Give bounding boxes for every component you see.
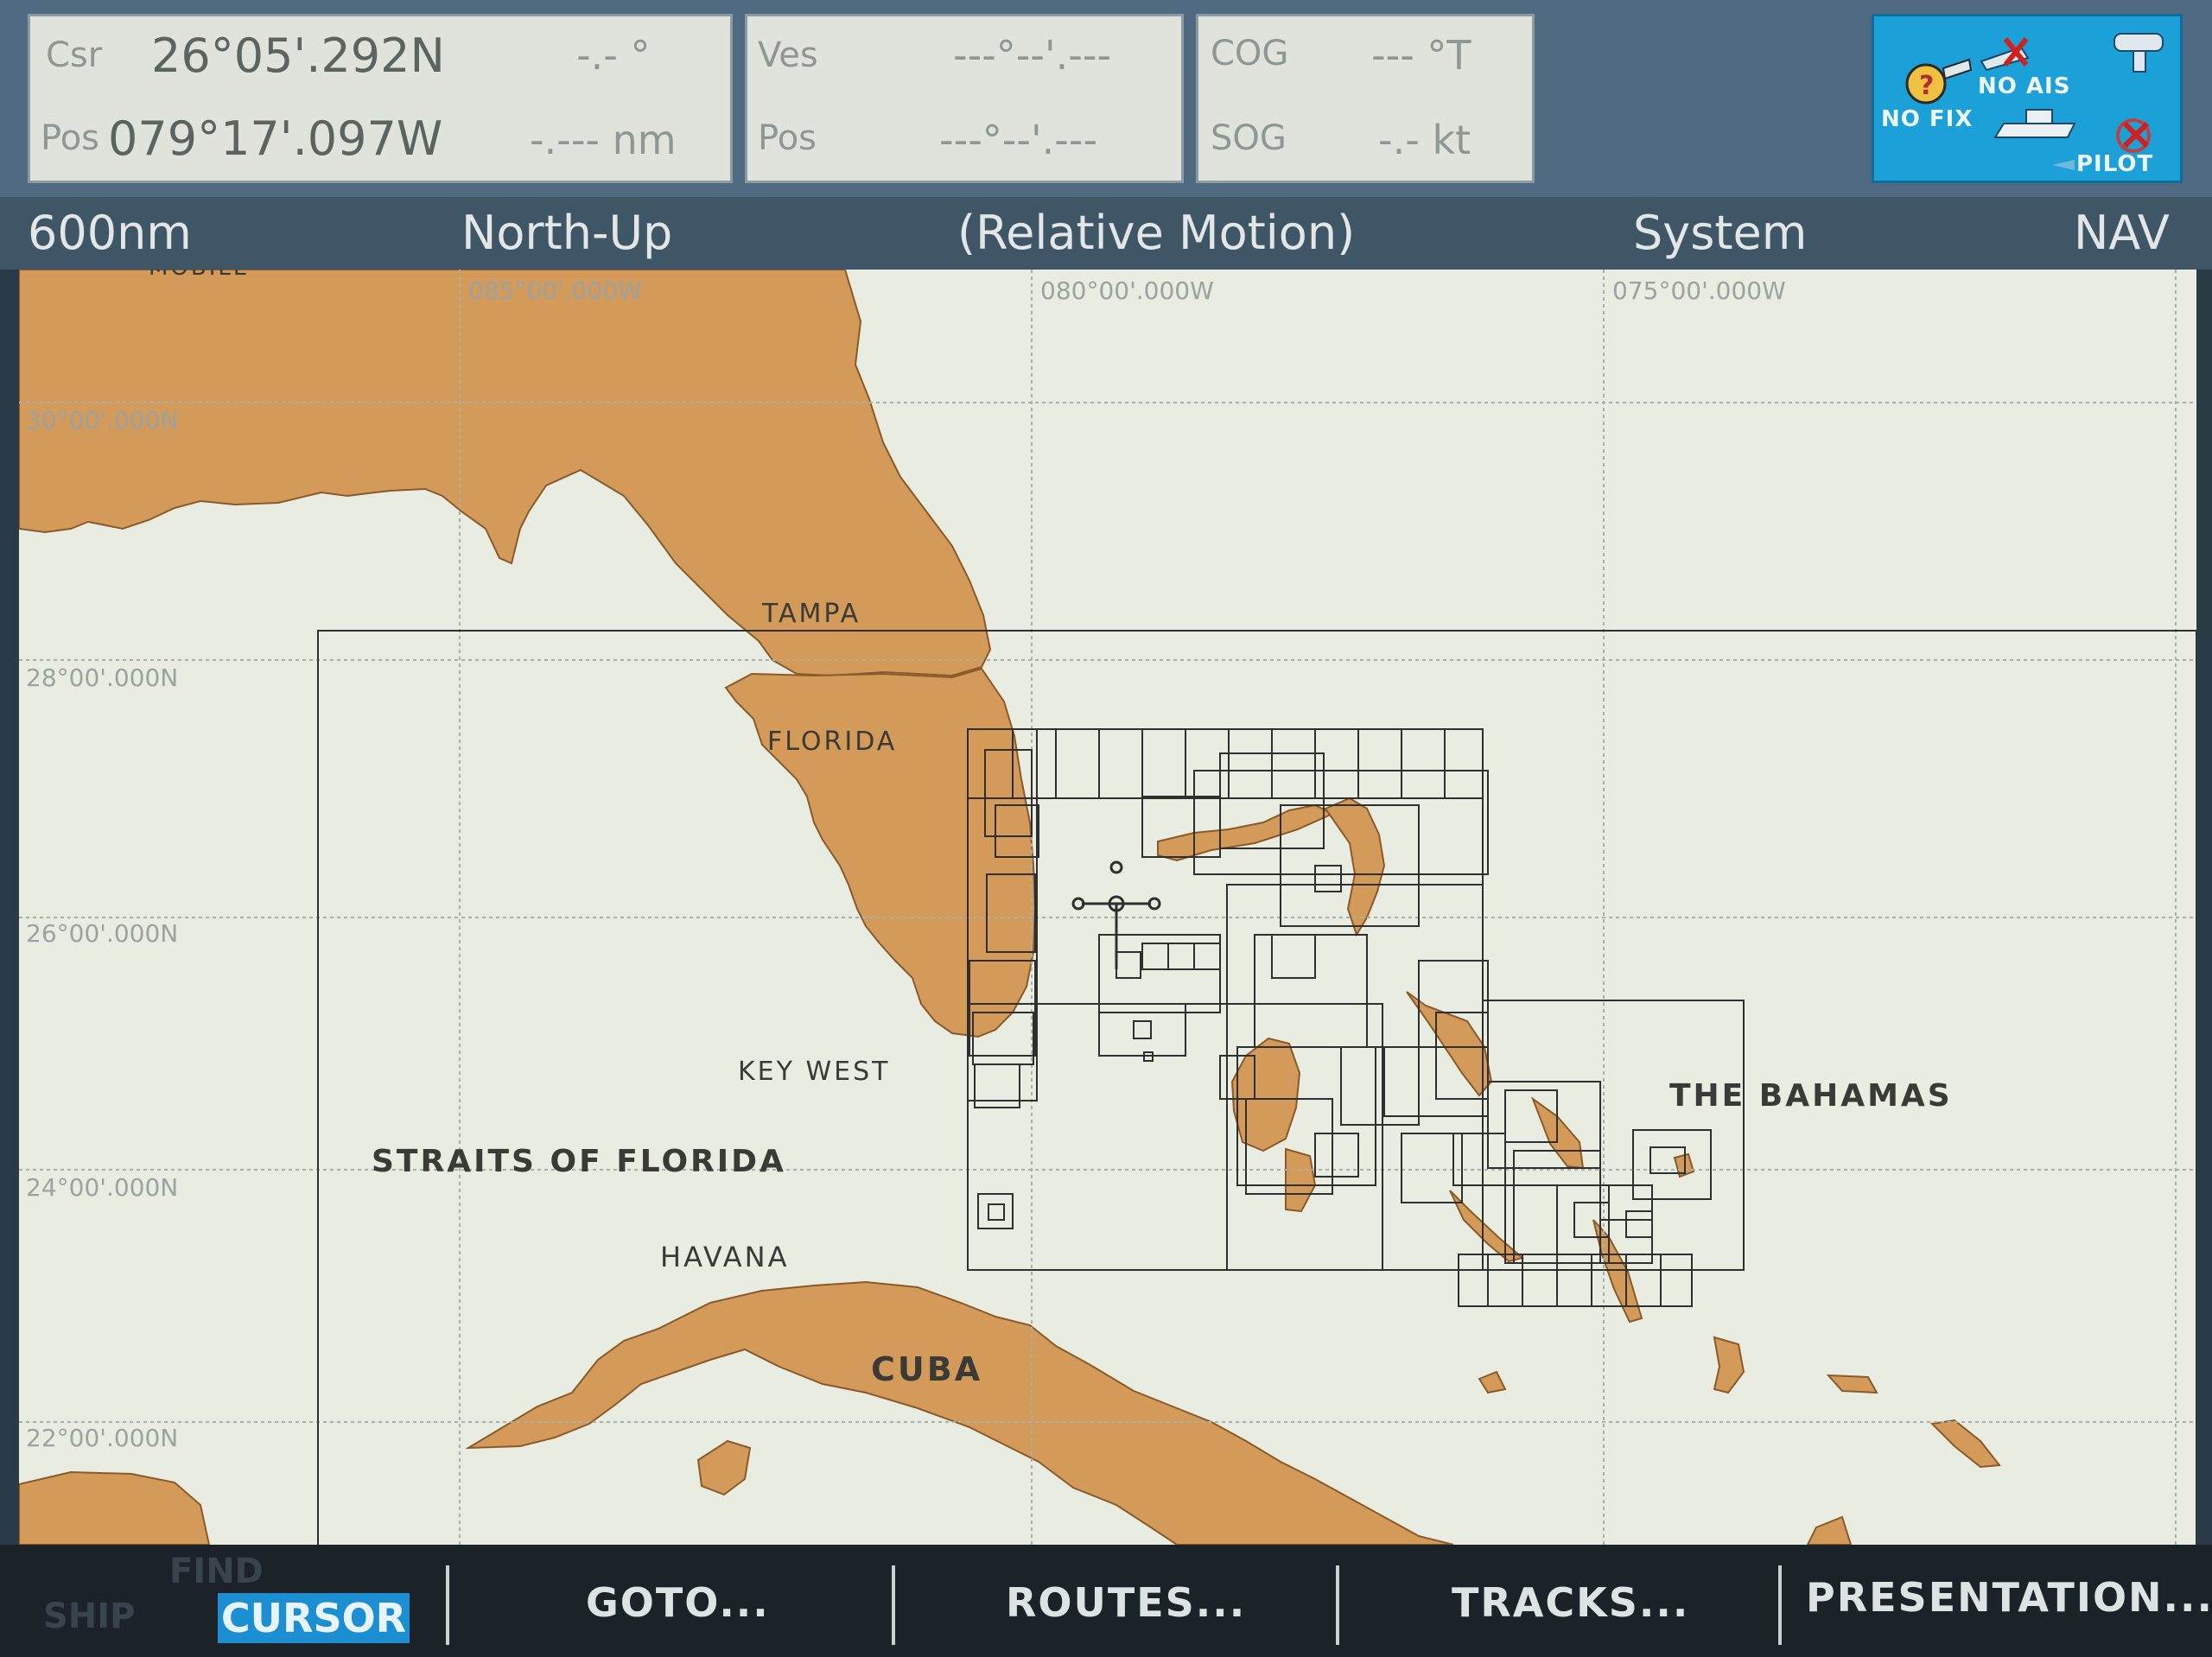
acklins (1713, 1336, 1745, 1394)
turks-caicos (1929, 1419, 2001, 1469)
chart-area[interactable]: 085°00'.000W 080°00'.000W 075°00'.000W 3… (19, 270, 2196, 1545)
find-key-label: FIND (169, 1552, 264, 1591)
cursor-latitude: 26°05'.292N (151, 29, 445, 83)
place-the-bahamas: THE BAHAMAS (1669, 1078, 1953, 1114)
lon-label-80: 080°00'.000W (1040, 276, 1214, 305)
softkey-divider (1778, 1565, 1782, 1645)
inagua (1826, 1374, 1878, 1394)
no-ais-icon (1980, 37, 2030, 72)
place-key-west: KEY WEST (738, 1057, 890, 1087)
nav-mode[interactable]: NAV (2074, 206, 2170, 260)
top-data-bar: Csr 26°05'.292N -.- ° Pos 079°17'.097W -… (0, 0, 2212, 197)
vessel-latitude: ---°--'.--- (953, 32, 1112, 79)
cursor-label: Csr (46, 35, 103, 75)
datum-cross-icon (1071, 860, 1161, 969)
cursor-pos-label: Pos (41, 118, 100, 158)
svg-text:?: ? (1919, 71, 1934, 101)
lat-label-30: 30°00'.000N (26, 406, 178, 435)
place-mobile: MOBILE (149, 270, 250, 281)
cursor-button[interactable]: CURSOR (218, 1593, 410, 1643)
goto-button[interactable]: GOTO... (586, 1579, 770, 1626)
place-cuba: CUBA (871, 1350, 982, 1388)
range-scale[interactable]: 600nm (28, 206, 192, 260)
andros-south (1285, 1147, 1317, 1213)
vessel-label: Ves (758, 35, 818, 75)
course-speed-panel[interactable]: COG --- °T SOG -.- kt (1196, 14, 1535, 183)
cog-value: --- °T (1371, 32, 1471, 79)
lon-label-75: 075°00'.000W (1612, 276, 1786, 305)
ragged-island (1478, 1370, 1507, 1394)
cursor-position-panel[interactable]: Csr 26°05'.292N -.- ° Pos 079°17'.097W -… (28, 14, 733, 183)
lat-label-24: 24°00'.000N (26, 1173, 178, 1202)
chart-status-header: 600nm North-Up (Relative Motion) System … (0, 197, 2212, 270)
softkey-divider (446, 1565, 449, 1645)
no-ais-text: NO AIS (1978, 73, 2071, 99)
hispaniola (1806, 1515, 1853, 1545)
isle-of-youth (696, 1439, 752, 1496)
motion-mode[interactable]: (Relative Motion) (957, 206, 1355, 260)
cursor-range: -.--- nm (530, 117, 677, 163)
grand-bahama (1157, 803, 1335, 862)
land-masses (19, 270, 2001, 1545)
vessel-position-panel[interactable]: Ves ---°--'.--- Pos ---°--'.--- (745, 14, 1184, 183)
mexico-coast (19, 1470, 211, 1545)
system-menu[interactable]: System (1633, 206, 1807, 260)
lat-label-26: 26°00'.000N (26, 919, 178, 948)
no-fix-text: NO FIX (1881, 106, 1974, 132)
softkey-divider (892, 1565, 895, 1645)
presentation-button[interactable]: PRESENTATION... (1806, 1574, 2212, 1621)
cuba (465, 1280, 1454, 1545)
vessel-longitude: ---°--'.--- (939, 117, 1098, 163)
pilot-icon (2116, 118, 2151, 153)
orientation-mode[interactable]: North-Up (461, 206, 672, 260)
tracks-button[interactable]: TRACKS... (1452, 1579, 1689, 1626)
vessel-pos-label: Pos (758, 118, 817, 158)
florida-peninsula (724, 667, 1037, 1038)
latitude-labels: 30°00'.000N 28°00'.000N 26°00'.000N 24°0… (26, 406, 178, 1452)
cursor-bearing: -.- ° (576, 32, 651, 79)
boat-icon (1993, 109, 2076, 170)
soft-key-bar: FIND SHIP CURSOR GOTO... ROUTES... TRACK… (0, 1545, 2212, 1657)
cursor-longitude: 079°17'.097W (108, 111, 443, 166)
status-icons-box[interactable]: ? NO AIS NO FIX PILOT (1872, 14, 2183, 183)
routes-button[interactable]: ROUTES... (1006, 1579, 1246, 1626)
lat-label-28: 28°00'.000N (26, 663, 178, 692)
place-havana: HAVANA (660, 1241, 789, 1273)
pilot-text: PILOT (2076, 151, 2154, 177)
cog-label: COG (1211, 34, 1289, 73)
place-florida: FLORIDA (767, 727, 897, 757)
chart-svg[interactable]: 085°00'.000W 080°00'.000W 075°00'.000W 3… (19, 270, 2196, 1545)
no-fix-icon: ? (1905, 58, 1973, 105)
place-tampa: TAMPA (761, 599, 861, 629)
antenna-icon (2113, 33, 2164, 73)
exuma (1449, 1190, 1525, 1263)
lat-label-22: 22°00'.000N (26, 1424, 178, 1452)
place-straits-of-florida: STRAITS OF FLORIDA (372, 1144, 786, 1179)
sog-label: SOG (1211, 118, 1287, 158)
lon-label-85: 085°00'.000W (468, 276, 642, 305)
ship-key-label[interactable]: SHIP (43, 1597, 135, 1636)
softkey-divider (1336, 1565, 1339, 1645)
sog-value: -.- kt (1378, 117, 1471, 163)
